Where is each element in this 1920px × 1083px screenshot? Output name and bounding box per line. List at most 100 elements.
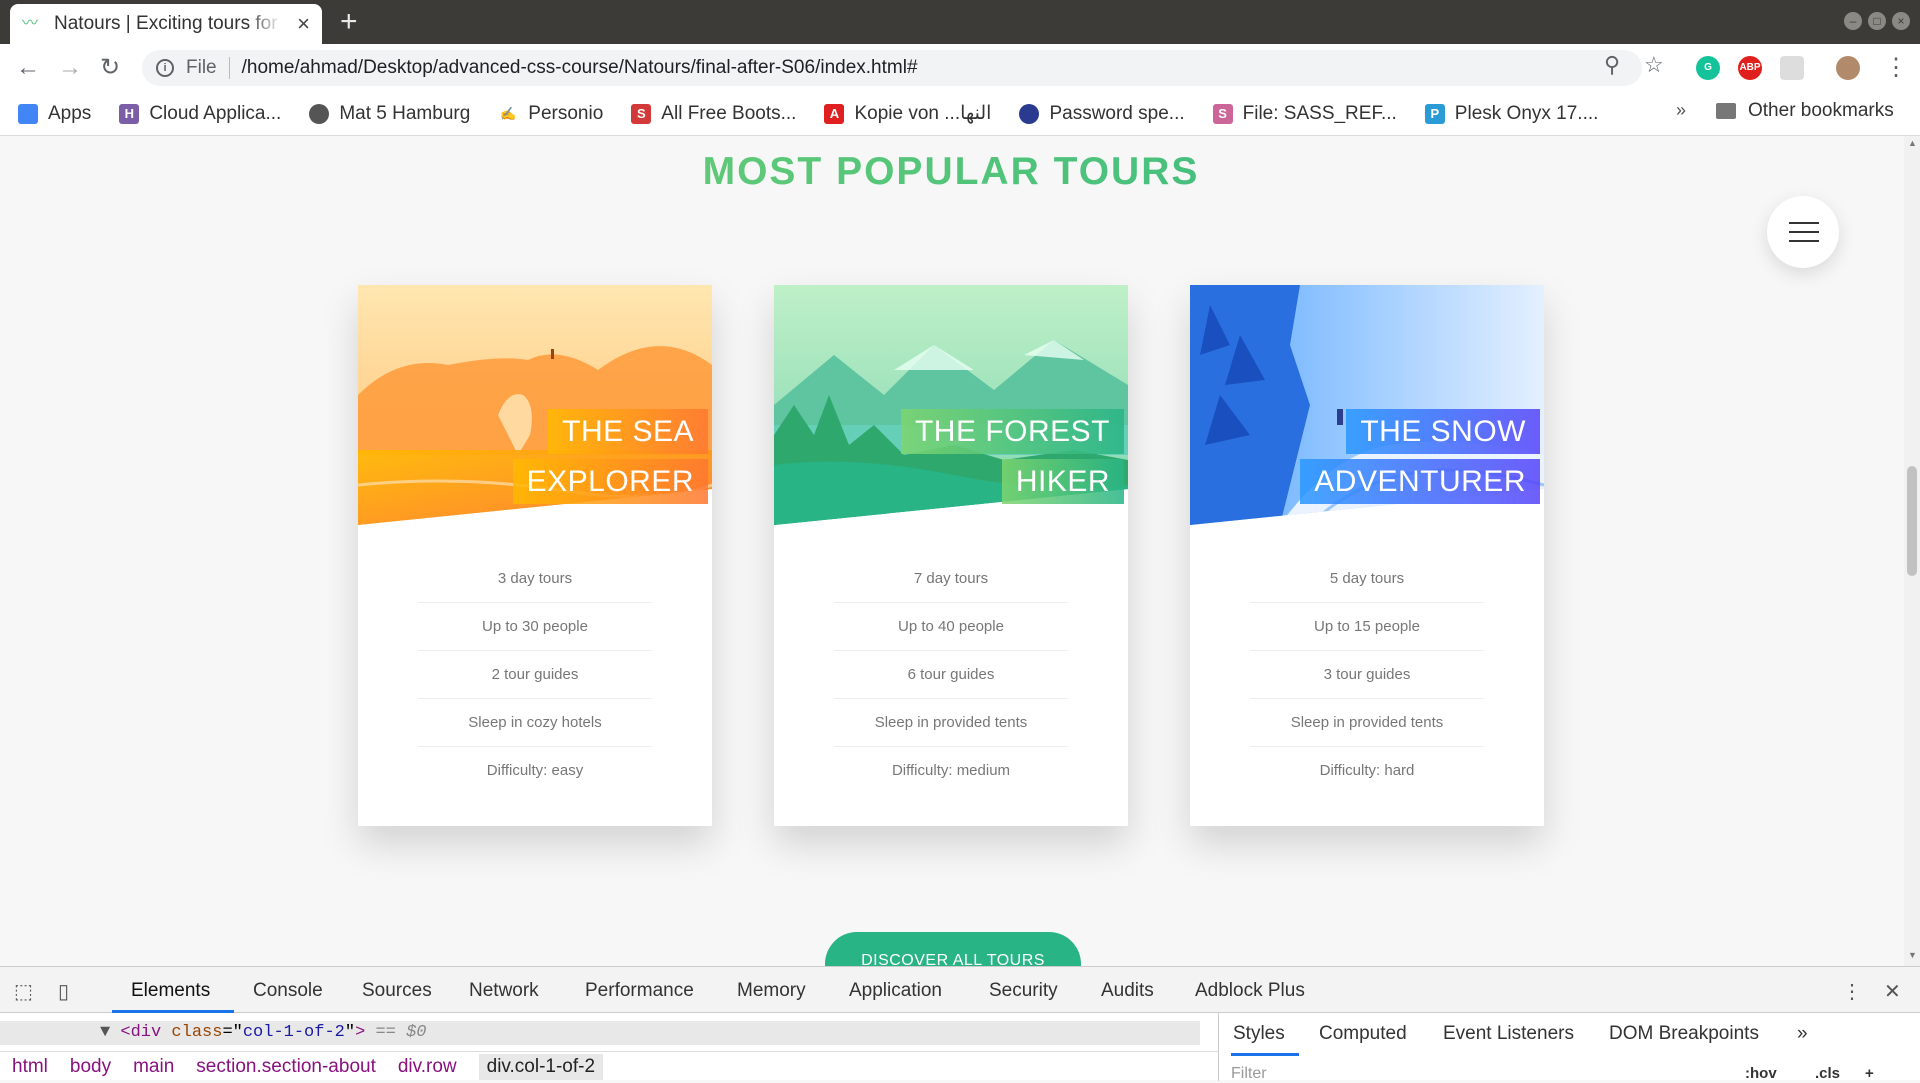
styles-filter-input[interactable]: Filter xyxy=(1231,1065,1267,1083)
tour-detail-item: 2 tour guides xyxy=(418,651,652,699)
browser-tab[interactable]: 〰 Natours | Exciting tours for adventuro… xyxy=(10,4,322,44)
tour-card-forest[interactable]: THE FOREST HIKER 7 day tours Up to 40 pe… xyxy=(774,285,1128,826)
add-style-rule-icon[interactable]: + xyxy=(1865,1065,1874,1082)
breadcrumb-item-active[interactable]: div.col-1-of-2 xyxy=(478,1053,604,1080)
scroll-up-icon[interactable]: ▲ xyxy=(1908,138,1917,148)
bookmark-item[interactable]: S File: SASS_REF... xyxy=(1212,102,1397,125)
close-devtools-icon[interactable]: ✕ xyxy=(1884,979,1901,1004)
devtools-tabbar: ⬚ ▯ Elements Console Sources Network Per… xyxy=(0,967,1920,1013)
bookmark-item[interactable]: P Plesk Onyx 17.... xyxy=(1424,103,1598,125)
minimize-window-icon[interactable]: – xyxy=(1844,12,1862,30)
tour-detail-item: Up to 30 people xyxy=(418,603,652,651)
url-scheme-label: File xyxy=(186,57,217,78)
natours-favicon-icon: 〰 xyxy=(22,15,39,32)
globe-icon xyxy=(309,103,330,124)
selected-dom-node[interactable]: ▼ <div class="col-1-of-2"> == $0 xyxy=(0,1021,1200,1045)
other-bookmarks-button[interactable]: Other bookmarks xyxy=(1716,100,1894,122)
tour-detail-item: Difficulty: hard xyxy=(1319,762,1415,779)
bookmark-item[interactable]: A Kopie von ...النها xyxy=(824,102,991,125)
devtools-tab-audits[interactable]: Audits xyxy=(1101,980,1154,1002)
inspect-element-icon[interactable]: ⬚ xyxy=(14,979,33,1004)
folder-icon xyxy=(1716,103,1736,119)
bookmark-item[interactable]: S All Free Boots... xyxy=(631,103,796,125)
back-icon[interactable]: ← xyxy=(16,54,40,82)
address-bar[interactable]: i File /home/ahmad/Desktop/advanced-css-… xyxy=(142,50,1642,86)
dom-breakpoints-tab[interactable]: DOM Breakpoints xyxy=(1609,1023,1759,1045)
bookmark-item[interactable]: Password spe... xyxy=(1019,103,1185,125)
navigation-menu-button[interactable] xyxy=(1767,196,1839,268)
styles-tab[interactable]: Styles xyxy=(1233,1023,1285,1045)
tour-card-heading: THE FOREST HIKER xyxy=(900,407,1124,507)
tour-card-heading: THE SEA EXPLORER xyxy=(512,407,708,507)
class-toggle[interactable]: .cls xyxy=(1815,1065,1840,1082)
device-toolbar-icon[interactable]: ▯ xyxy=(58,979,69,1004)
tour-card-heading-line: HIKER xyxy=(1001,459,1124,504)
breadcrumb-item[interactable]: div.row xyxy=(398,1056,457,1078)
tour-detail-item: Up to 15 people xyxy=(1250,603,1484,651)
expand-triangle-icon[interactable]: ▼ xyxy=(100,1023,110,1042)
bookmark-star-icon[interactable]: ☆ xyxy=(1644,52,1664,78)
tab-title: Natours | Exciting tours for adventurous… xyxy=(54,13,282,34)
reload-icon[interactable]: ↻ xyxy=(100,54,120,82)
breadcrumb-item[interactable]: html xyxy=(12,1056,48,1078)
devtools-tab-elements[interactable]: Elements xyxy=(131,980,210,1002)
extension-icon[interactable] xyxy=(1780,56,1804,80)
node-console-ref: == $0 xyxy=(375,1023,427,1042)
bookmark-label: Personio xyxy=(528,102,604,124)
bookmark-item[interactable]: Apps xyxy=(18,103,91,125)
browser-menu-icon[interactable]: ⋮ xyxy=(1884,54,1908,82)
bookmark-item[interactable]: H Cloud Applica... xyxy=(119,103,281,125)
breadcrumb-item[interactable]: body xyxy=(70,1056,111,1078)
devtools-tab-memory[interactable]: Memory xyxy=(737,980,806,1002)
grammarly-extension-icon[interactable]: G xyxy=(1696,56,1720,80)
devtools-tab-sources[interactable]: Sources xyxy=(362,980,432,1002)
tour-card-heading-line: THE SNOW xyxy=(1346,409,1540,454)
tour-detail-item: Difficulty: medium xyxy=(891,762,1011,779)
breadcrumb-item[interactable]: section.section-about xyxy=(196,1056,376,1078)
computed-tab[interactable]: Computed xyxy=(1319,1023,1407,1045)
devtools-menu-icon[interactable]: ⋮ xyxy=(1842,979,1862,1004)
tour-detail-item: Difficulty: easy xyxy=(486,762,584,779)
zoom-icon[interactable]: ⚲ xyxy=(1604,52,1620,78)
devtools-tab-adblock-plus[interactable]: Adblock Plus xyxy=(1195,980,1305,1002)
bookmark-label: File: SASS_REF... xyxy=(1242,102,1397,124)
bookmark-item[interactable]: Mat 5 Hamburg xyxy=(309,103,470,125)
new-tab-button[interactable]: + xyxy=(340,6,358,38)
url-text[interactable]: /home/ahmad/Desktop/advanced-css-course/… xyxy=(242,57,918,79)
pdf-icon: A xyxy=(824,103,845,124)
profile-avatar[interactable] xyxy=(1836,56,1860,80)
hamburger-icon xyxy=(1789,240,1819,242)
devtools-tab-security[interactable]: Security xyxy=(989,980,1058,1002)
forward-icon[interactable]: → xyxy=(58,54,82,82)
adblock-plus-extension-icon[interactable]: ABP xyxy=(1738,56,1762,80)
maximize-window-icon[interactable]: □ xyxy=(1868,12,1886,30)
styles-pane: Styles Computed Event Listeners DOM Brea… xyxy=(1218,1013,1920,1083)
site-info-icon[interactable]: i xyxy=(156,59,174,77)
devtools-tab-network[interactable]: Network xyxy=(469,980,539,1002)
tour-details-list: 7 day tours Up to 40 people 6 tour guide… xyxy=(774,555,1128,795)
close-window-icon[interactable]: × xyxy=(1892,12,1910,30)
breadcrumb-item[interactable]: main xyxy=(133,1056,174,1078)
tour-detail-item: 7 day tours xyxy=(834,555,1068,603)
firefox-icon xyxy=(1019,103,1040,124)
scroll-down-icon[interactable]: ▼ xyxy=(1908,950,1917,960)
tour-card-snow[interactable]: THE SNOW ADVENTURER 5 day tours Up to 15… xyxy=(1190,285,1544,826)
event-listeners-tab[interactable]: Event Listeners xyxy=(1443,1023,1574,1045)
devtools-tab-console[interactable]: Console xyxy=(253,980,323,1002)
hover-state-toggle[interactable]: :hov xyxy=(1745,1065,1777,1082)
devtools-tab-performance[interactable]: Performance xyxy=(585,980,694,1002)
more-tabs-icon[interactable]: » xyxy=(1797,1023,1808,1045)
scrollbar-thumb[interactable] xyxy=(1907,466,1917,576)
bookmark-item[interactable]: ✍ Personio xyxy=(498,103,603,125)
bookmarks-overflow-button[interactable]: » xyxy=(1676,100,1686,121)
tour-card-sea[interactable]: THE SEA EXPLORER 3 day tours Up to 30 pe… xyxy=(358,285,712,826)
node-tag-close: > xyxy=(355,1023,366,1042)
close-tab-icon[interactable]: × xyxy=(297,11,310,37)
page-scrollbar[interactable]: ▲ ▼ xyxy=(1904,136,1920,966)
devtools-tab-application[interactable]: Application xyxy=(849,980,942,1002)
discover-all-tours-button[interactable]: DISCOVER ALL TOURS xyxy=(825,932,1081,966)
tour-card-heading-line: THE FOREST xyxy=(900,409,1124,454)
node-tag: <div xyxy=(120,1023,162,1042)
hamburger-icon xyxy=(1789,231,1819,233)
tour-detail-item: Sleep in provided tents xyxy=(834,699,1068,747)
